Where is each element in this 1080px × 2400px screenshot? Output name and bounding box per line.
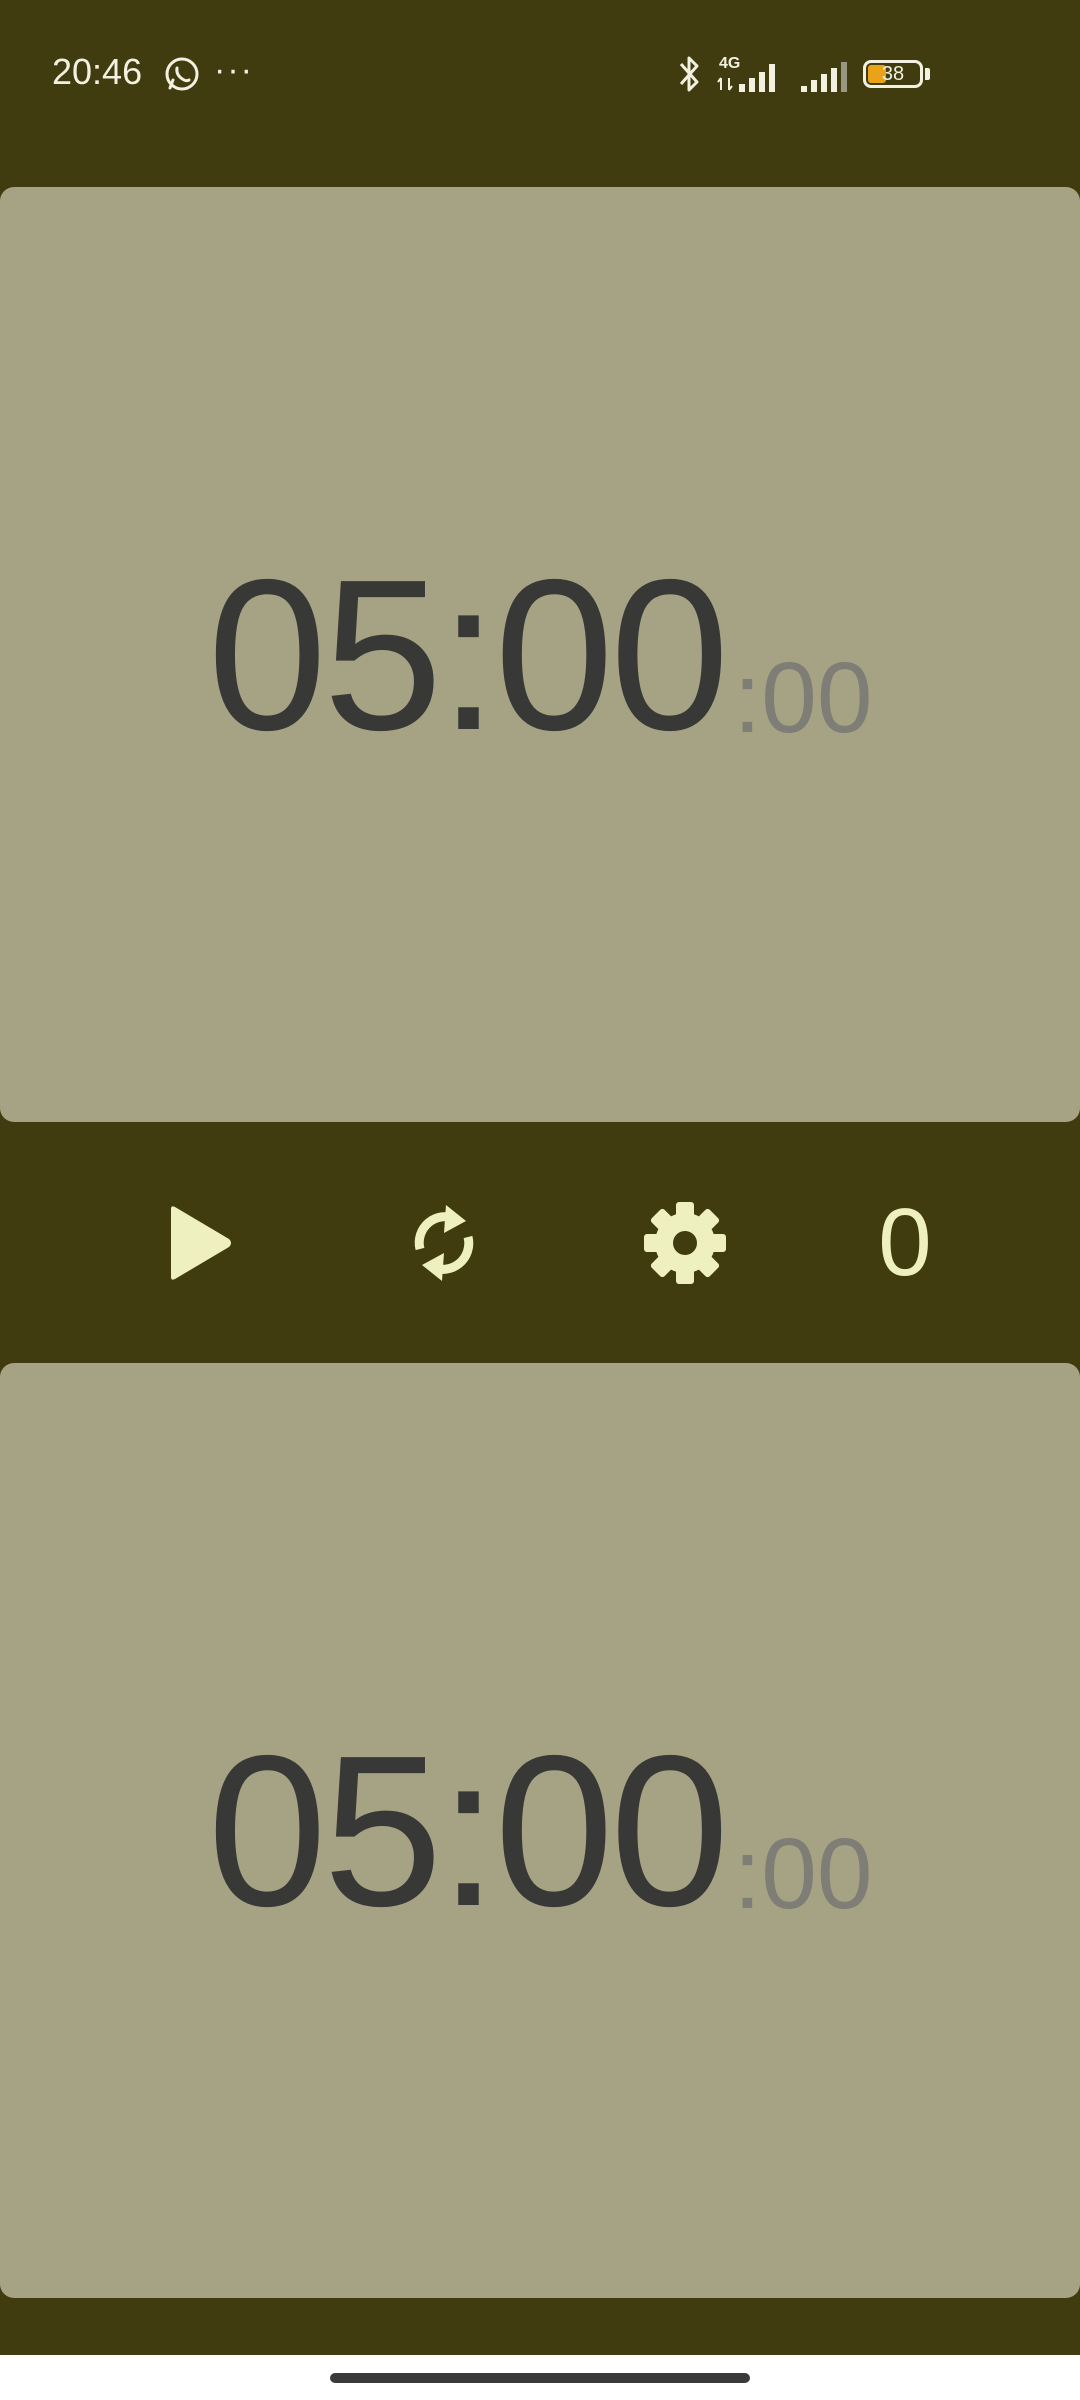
timer-hundredths: :00 <box>733 1817 873 1930</box>
play-icon <box>171 1205 231 1280</box>
play-button[interactable] <box>140 1122 260 1363</box>
move-counter: 0 <box>878 1188 932 1296</box>
bluetooth-icon <box>679 56 699 92</box>
app-screen: 20:46 ··· 4G 38 05:00:00 0 05:00:00 <box>0 0 1080 2400</box>
gear-icon <box>644 1201 726 1284</box>
battery-percent: 38 <box>881 63 905 85</box>
status-bar: 20:46 ··· 4G 38 <box>0 0 1080 150</box>
timer-hundredths: :00 <box>733 641 873 754</box>
timer-main-digits: 05:00 <box>207 534 729 775</box>
signal-4g-icon: 4G <box>717 55 775 92</box>
svg-text:4G: 4G <box>719 55 740 72</box>
reset-button[interactable] <box>384 1122 504 1363</box>
control-bar: 0 <box>0 1122 1080 1363</box>
status-indicators: 4G 38 <box>677 52 930 96</box>
timer-display: 05:00 :00 <box>0 1363 1080 2298</box>
settings-button[interactable] <box>625 1122 745 1363</box>
battery-icon: 38 <box>863 60 923 88</box>
timer-main-digits: 05:00 <box>207 1710 729 1951</box>
navigation-bar <box>0 2355 1080 2400</box>
more-notifications-icon: ··· <box>214 51 254 89</box>
timer-display: 05:00 :00 <box>0 187 1080 1122</box>
status-time: 20:46 <box>52 51 143 92</box>
home-indicator[interactable] <box>330 2373 750 2383</box>
reset-icon <box>414 1204 474 1281</box>
player-two-timer-panel[interactable]: 05:00 :00 <box>0 1363 1080 2298</box>
player-one-timer-panel[interactable]: 05:00 :00 <box>0 187 1080 1122</box>
battery-tip <box>925 68 930 80</box>
whatsapp-icon <box>165 57 199 91</box>
signal-icon <box>801 62 847 92</box>
